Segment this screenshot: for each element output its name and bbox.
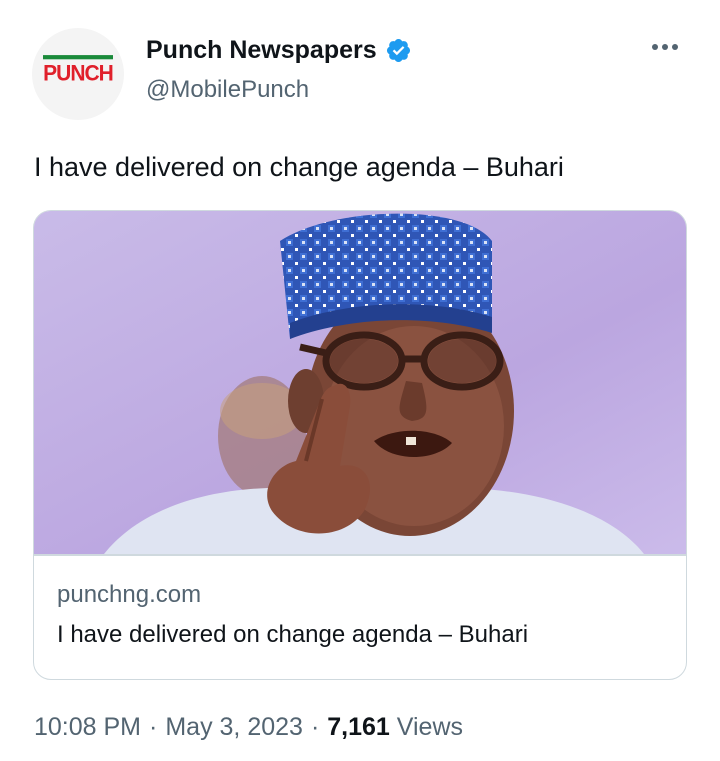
link-card[interactable]: punchng.com I have delivered on change a… [33,210,687,680]
portrait-illustration [34,211,686,554]
logo-stripe [43,55,113,60]
logo-text: PUNCH [43,61,114,86]
views-label: Views [396,713,464,741]
card-image [34,211,686,554]
card-domain: punchng.com [57,581,202,608]
more-dot [672,44,678,50]
avatar[interactable]: PUNCH [32,28,124,120]
punch-logo: PUNCH [43,55,114,86]
user-handle[interactable]: @MobilePunch [146,76,309,104]
meta-separator: · [149,713,158,741]
meta-separator: · [310,713,320,741]
tweet-time[interactable]: 10:08 PM [34,713,141,741]
view-count: 7,161 [327,713,390,741]
name-row: Punch Newspapers [146,36,412,65]
tweet-text: I have delivered on change agenda – Buha… [34,152,564,182]
tweet-meta: 10:08 PM · May 3, 2023 · 7,161 Views [34,713,463,742]
card-title: I have delivered on change agenda – Buha… [57,621,529,648]
more-dot [662,44,668,50]
tweet: PUNCH Punch Newspapers @MobilePunch I ha… [0,0,720,761]
tweet-date[interactable]: May 3, 2023 [165,713,303,741]
display-name[interactable]: Punch Newspapers [146,36,377,65]
more-dot [652,44,658,50]
verified-badge-icon [385,37,412,64]
more-horizontal-icon[interactable] [652,44,678,50]
card-divider [34,554,686,556]
